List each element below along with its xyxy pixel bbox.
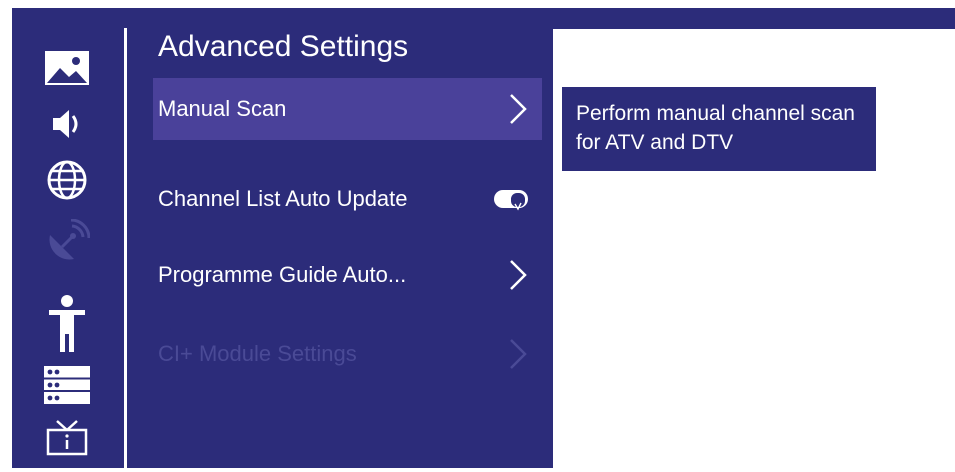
menu-item-label: Channel List Auto Update <box>158 186 408 211</box>
menu-item-programme-guide-auto[interactable]: Programme Guide Auto... <box>153 244 542 306</box>
toggle-knob <box>510 192 526 211</box>
network-globe-icon[interactable] <box>42 158 92 202</box>
page-title: Advanced Settings <box>158 30 409 63</box>
menu-item-label: Programme Guide Auto... <box>158 262 407 287</box>
menu-item-label: Manual Scan <box>158 96 287 121</box>
auto-update-toggle[interactable] <box>494 190 528 211</box>
sidebar-categories <box>12 8 124 468</box>
picture-icon[interactable] <box>42 46 92 90</box>
system-icon[interactable] <box>42 363 92 407</box>
chevron-right-icon <box>510 260 527 290</box>
tv-channel-icon[interactable] <box>42 416 92 460</box>
accessibility-icon[interactable] <box>42 294 92 354</box>
menu-item-label: CI+ Module Settings <box>158 341 357 366</box>
chevron-right-icon <box>510 339 527 369</box>
checkmark-icon <box>514 202 522 211</box>
satellite-icon <box>42 219 92 264</box>
menu-item-ci-module-settings: CI+ Module Settings <box>153 323 542 385</box>
sidebar-divider <box>124 28 127 468</box>
tv-settings-screen: Advanced Settings Manual Scan Channel Li… <box>12 8 955 468</box>
menu-item-manual-scan[interactable]: Manual Scan <box>153 78 542 140</box>
chevron-right-icon <box>510 94 527 124</box>
help-tooltip: Perform manual channel scan for ATV and … <box>562 87 876 171</box>
menu-item-channel-list-auto-update[interactable]: Channel List Auto Update <box>153 168 542 230</box>
sound-icon[interactable] <box>42 102 92 146</box>
